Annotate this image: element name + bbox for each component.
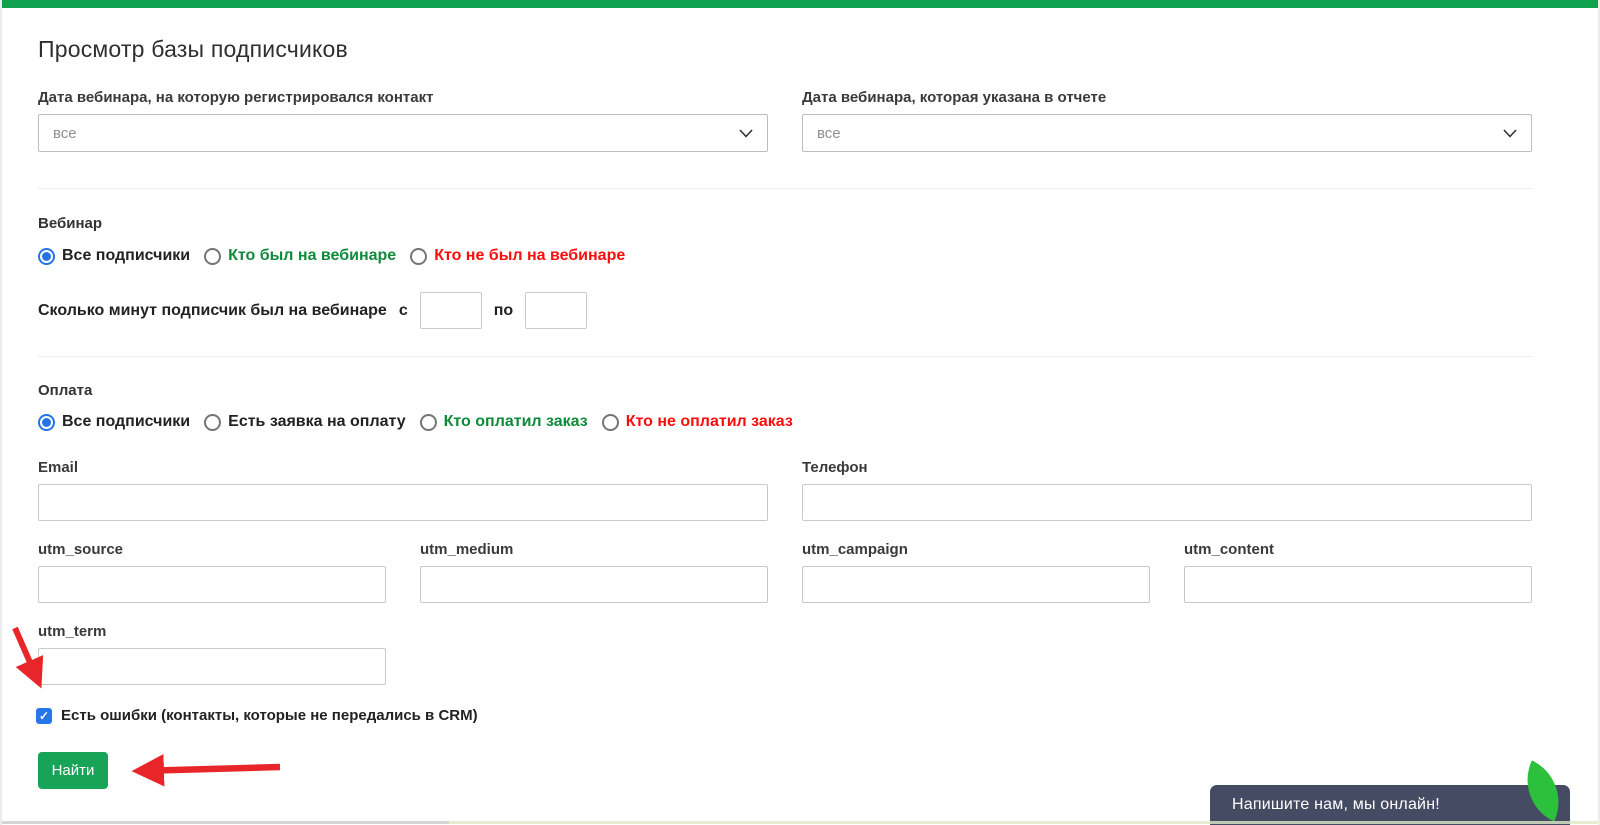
divider	[38, 188, 1532, 189]
subscriber-database-page: Просмотр базы подписчиков Дата вебинара,…	[0, 0, 1600, 825]
select-value: все	[817, 124, 841, 142]
minutes-on-webinar-row: Сколько минут подписчик был на вебинаре …	[38, 292, 1532, 329]
radio-checked-icon	[38, 413, 55, 431]
radio-payment-has-order[interactable]: Есть заявка на оплату	[204, 413, 406, 431]
radio-webinar-not-attended[interactable]: Кто не был на вебинаре	[410, 247, 625, 265]
email-label: Email	[38, 459, 79, 476]
utm-content-input[interactable]	[1184, 566, 1532, 603]
utm-content-label: utm_content	[1184, 541, 1274, 558]
radio-icon	[410, 247, 428, 265]
radio-label: Все подписчики	[62, 247, 191, 264]
utm-medium-label: utm_medium	[420, 541, 514, 558]
radio-webinar-all-subscribers[interactable]: Все подписчики	[38, 247, 190, 265]
radio-label: Кто не оплатил заказ	[625, 413, 793, 430]
utm-term-row: utm_term	[38, 623, 1532, 685]
utm-content-group: utm_content	[1184, 541, 1532, 603]
radio-payment-not-paid[interactable]: Кто не оплатил заказ	[601, 413, 793, 431]
utm-source-label: utm_source	[38, 541, 124, 558]
main-content: Просмотр базы подписчиков Дата вебинара,…	[2, 0, 1598, 789]
radio-icon	[204, 247, 222, 265]
utm-source-group: utm_source	[38, 541, 386, 603]
radio-label: Кто оплатил заказ	[443, 413, 588, 430]
minutes-from-input[interactable]	[419, 292, 482, 329]
utm-source-input[interactable]	[38, 566, 386, 603]
radio-label: Есть заявка на оплату	[228, 413, 406, 430]
email-input[interactable]	[38, 484, 768, 521]
find-button[interactable]: Найти	[38, 752, 108, 789]
utm-fields-row: utm_source utm_medium utm_campaign utm_c…	[38, 541, 1532, 603]
radio-label: Все подписчики	[62, 413, 191, 430]
phone-input[interactable]	[802, 484, 1532, 521]
utm-campaign-label: utm_campaign	[802, 541, 908, 558]
radio-icon	[204, 413, 222, 431]
radio-label: Кто был на вебинаре	[228, 247, 397, 264]
button-row: Найти	[38, 752, 1532, 789]
utm-medium-input[interactable]	[420, 566, 768, 603]
radio-payment-paid[interactable]: Кто оплатил заказ	[419, 413, 588, 431]
chevron-down-icon	[739, 128, 753, 138]
utm-term-label: utm_term	[38, 623, 107, 640]
checkbox-checked-icon: ✓	[36, 707, 52, 724]
radio-label: Кто не был на вебинаре	[434, 247, 626, 264]
email-group: Email	[38, 459, 768, 521]
payment-section-title: Оплата	[38, 382, 93, 399]
chevron-down-icon	[1503, 128, 1517, 138]
utm-campaign-input[interactable]	[802, 566, 1150, 603]
utm-term-input[interactable]	[38, 648, 386, 685]
webinar-date-filters: Дата вебинара, на которую регистрировалс…	[38, 89, 1532, 152]
webinar-date-registered-select[interactable]: все	[38, 114, 768, 152]
chat-widget[interactable]: Напишите нам, мы онлайн!	[1210, 760, 1574, 825]
webinar-date-registered-group: Дата вебинара, на которую регистрировалс…	[38, 89, 768, 152]
errors-checkbox-label: Есть ошибки (контакты, которые не переда…	[61, 707, 478, 724]
phone-label: Телефон	[802, 459, 868, 476]
radio-icon	[419, 413, 437, 431]
minutes-to-input[interactable]	[525, 292, 588, 329]
contact-fields-row: Email Телефон	[38, 459, 1532, 521]
page-title: Просмотр базы подписчиков	[38, 36, 348, 62]
minutes-to-label: по	[493, 301, 514, 319]
divider	[38, 356, 1532, 357]
radio-payment-all-subscribers[interactable]: Все подписчики	[38, 413, 190, 431]
webinar-date-report-group: Дата вебинара, которая указана в отчете …	[802, 89, 1532, 152]
radio-icon	[601, 413, 619, 431]
select-value: все	[53, 124, 77, 142]
minutes-label: Сколько минут подписчик был на вебинаре	[38, 301, 387, 319]
webinar-date-registered-label: Дата вебинара, на которую регистрировалс…	[38, 89, 434, 106]
webinar-section-title: Вебинар	[38, 215, 103, 232]
webinar-radio-group: Все подписчики Кто был на вебинаре Кто н…	[38, 247, 1532, 265]
webinar-date-report-label: Дата вебинара, которая указана в отчете	[802, 89, 1107, 106]
utm-campaign-group: utm_campaign	[802, 541, 1150, 603]
phone-group: Телефон	[802, 459, 1532, 521]
utm-term-group: utm_term	[38, 623, 386, 685]
minutes-from-label: с	[398, 301, 408, 319]
utm-medium-group: utm_medium	[420, 541, 768, 603]
payment-radio-group: Все подписчики Есть заявка на оплату Кто…	[38, 413, 1532, 431]
webinar-date-report-select[interactable]: все	[802, 114, 1532, 152]
chat-widget-label: Напишите нам, мы онлайн!	[1232, 796, 1440, 813]
bottom-edge-strip	[2, 821, 1598, 824]
top-accent-bar	[2, 0, 1598, 8]
radio-webinar-attended[interactable]: Кто был на вебинаре	[204, 247, 396, 265]
errors-checkbox[interactable]: ✓ Есть ошибки (контакты, которые не пере…	[36, 707, 1532, 724]
radio-checked-icon	[38, 247, 55, 265]
